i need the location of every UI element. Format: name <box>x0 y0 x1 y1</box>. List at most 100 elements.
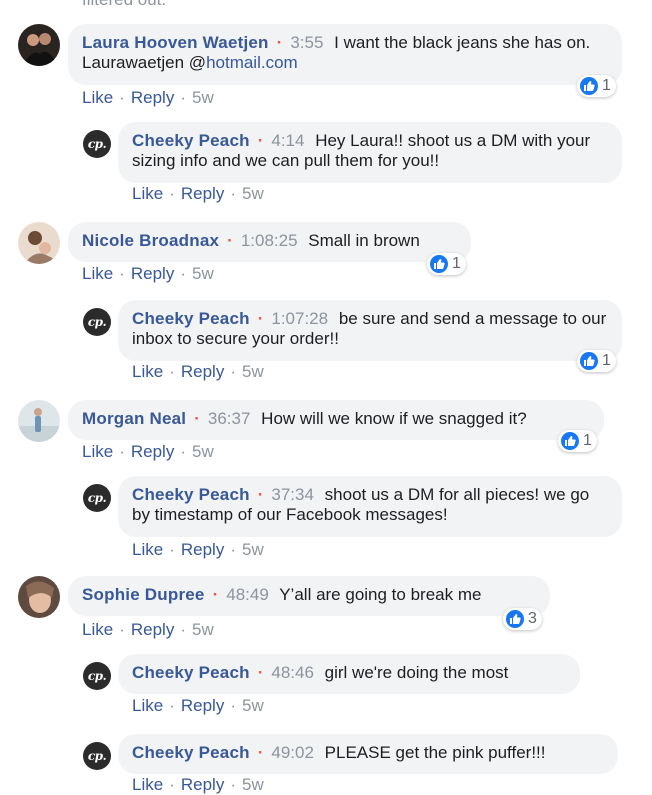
thumbs-up-icon <box>580 352 598 370</box>
comment-author[interactable]: Cheeky Peach <box>132 485 250 504</box>
like-link[interactable]: Like <box>132 184 163 203</box>
separator-dot: · <box>257 485 264 504</box>
like-link[interactable]: Like <box>82 620 113 639</box>
reaction-count-badge[interactable]: 1 <box>427 253 466 275</box>
reply-link[interactable]: Reply <box>181 775 224 794</box>
page-logo-avatar[interactable]: cp. <box>83 308 111 336</box>
like-link[interactable]: Like <box>82 442 113 461</box>
comment-actions: Like · Reply · 5w <box>132 696 264 715</box>
comment-actions: Like · Reply · 5w <box>132 362 264 381</box>
comment-text: girl we're doing the most <box>324 663 509 682</box>
like-link[interactable]: Like <box>132 775 163 794</box>
comment-actions: Like · Reply · 5w <box>82 442 214 461</box>
comment-text: Small in brown <box>308 231 420 250</box>
comment-timestamp[interactable]: 37:34 <box>271 485 314 504</box>
avatar[interactable] <box>18 400 60 442</box>
page-logo-avatar[interactable]: cp. <box>83 662 111 690</box>
comment-age[interactable]: 5w <box>242 184 264 203</box>
comment-bubble: Laura Hooven Waetjen · 3:55 I want the bla… <box>68 24 622 85</box>
comment-age[interactable]: 5w <box>242 696 264 715</box>
comment-actions: Like · Reply · 5w <box>132 775 264 794</box>
comment-timestamp[interactable]: 48:46 <box>271 663 314 682</box>
comment-text: Y’all are going to break me <box>279 585 482 604</box>
comment-author[interactable]: Sophie Dupree <box>82 585 205 604</box>
comment-author[interactable]: Cheeky Peach <box>132 131 250 150</box>
reaction-count-badge[interactable]: 1 <box>577 75 616 97</box>
logo-text: cp. <box>87 491 107 505</box>
comment-timestamp[interactable]: 49:02 <box>271 743 314 762</box>
separator-dot: · <box>257 309 264 328</box>
separator-dot: · <box>257 663 264 682</box>
page-logo-avatar[interactable]: cp. <box>83 130 111 158</box>
comment-actions: Like · Reply · 5w <box>132 184 264 203</box>
comment-bubble: Cheeky Peach · 48:46 girl we're doing the … <box>118 654 580 694</box>
avatar-photo-icon <box>18 222 60 264</box>
like-link[interactable]: Like <box>82 88 113 107</box>
logo-text: cp. <box>87 749 107 763</box>
reply-link[interactable]: Reply <box>131 620 174 639</box>
reply-link[interactable]: Reply <box>131 88 174 107</box>
page-logo-avatar[interactable]: cp. <box>83 742 111 770</box>
comment-author[interactable]: Cheeky Peach <box>132 743 250 762</box>
reaction-count-badge[interactable]: 3 <box>503 608 542 630</box>
page-logo-avatar[interactable]: cp. <box>83 484 111 512</box>
comment-bubble: Cheeky Peach · 1:07:28 be sure and send a … <box>118 300 622 361</box>
comment-age[interactable]: 5w <box>242 775 264 794</box>
reaction-count: 3 <box>528 610 537 627</box>
comment-age[interactable]: 5w <box>192 264 214 283</box>
comment-bubble: Nicole Broadnax · 1:08:25 Small in brown <box>68 222 471 262</box>
comment-age[interactable]: 5w <box>192 442 214 461</box>
comment-author[interactable]: Nicole Broadnax <box>82 231 219 250</box>
comment-age[interactable]: 5w <box>242 540 264 559</box>
reply-link[interactable]: Reply <box>131 442 174 461</box>
avatar-photo-icon <box>18 576 60 618</box>
comment-link[interactable]: hotmail.com <box>206 53 298 72</box>
comment-age[interactable]: 5w <box>242 362 264 381</box>
avatar[interactable] <box>18 24 60 66</box>
comment-text: How will we know if we snagged it? <box>261 409 527 428</box>
comment-actions: Like · Reply · 5w <box>82 620 214 639</box>
separator-dot: · <box>257 743 264 762</box>
reply-link[interactable]: Reply <box>181 184 224 203</box>
comment-author[interactable]: Cheeky Peach <box>132 309 250 328</box>
reaction-count: 1 <box>602 77 611 94</box>
comment-timestamp[interactable]: 48:49 <box>226 585 269 604</box>
like-link[interactable]: Like <box>82 264 113 283</box>
comment-actions: Like · Reply · 5w <box>132 540 264 559</box>
comment-bubble: Cheeky Peach · 49:02 PLEASE get the pink p… <box>118 734 618 774</box>
logo-text: cp. <box>87 669 107 683</box>
comment-timestamp[interactable]: 1:07:28 <box>271 309 328 328</box>
reply-link[interactable]: Reply <box>181 540 224 559</box>
avatar[interactable] <box>18 576 60 618</box>
thumbs-up-icon <box>561 432 579 450</box>
comment-age[interactable]: 5w <box>192 620 214 639</box>
reply-link[interactable]: Reply <box>181 696 224 715</box>
comment-bubble: Cheeky Peach · 4:14 Hey Laura!! shoot us a… <box>118 122 622 183</box>
reaction-count-badge[interactable]: 1 <box>558 430 597 452</box>
comment-author[interactable]: Cheeky Peach <box>132 663 250 682</box>
like-link[interactable]: Like <box>132 540 163 559</box>
separator-dot: · <box>276 33 283 52</box>
filtered-notice: filtered out. <box>82 0 166 10</box>
comment-author[interactable]: Laura Hooven Waetjen <box>82 33 269 52</box>
separator-dot: · <box>212 585 219 604</box>
comment-author[interactable]: Morgan Neal <box>82 409 186 428</box>
comment-timestamp[interactable]: 1:08:25 <box>241 231 298 250</box>
like-link[interactable]: Like <box>132 362 163 381</box>
comment-timestamp[interactable]: 4:14 <box>271 131 304 150</box>
comment-age[interactable]: 5w <box>192 88 214 107</box>
comment-bubble: Cheeky Peach · 37:34 shoot us a DM for all… <box>118 476 622 537</box>
comment-bubble: Sophie Dupree · 48:49 Y’all are going to b… <box>68 576 550 616</box>
comment-timestamp[interactable]: 36:37 <box>208 409 251 428</box>
separator-dot: · <box>227 231 233 250</box>
like-link[interactable]: Like <box>132 696 163 715</box>
reply-link[interactable]: Reply <box>131 264 174 283</box>
avatar-photo-icon <box>18 400 60 442</box>
comment-timestamp[interactable]: 3:55 <box>290 33 323 52</box>
comment-actions: Like · Reply · 5w <box>82 264 214 283</box>
thumbs-up-icon <box>506 610 524 628</box>
reaction-count: 1 <box>583 432 592 449</box>
avatar[interactable] <box>18 222 60 264</box>
reaction-count-badge[interactable]: 1 <box>577 350 616 372</box>
reply-link[interactable]: Reply <box>181 362 224 381</box>
